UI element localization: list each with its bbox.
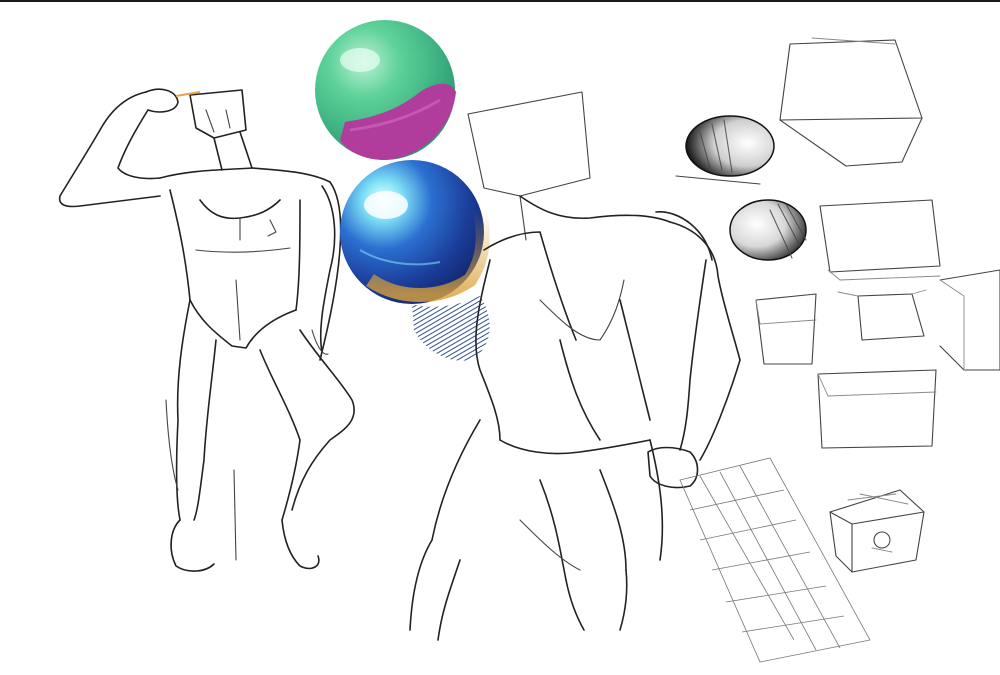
ink-sphere-bottom	[729, 199, 807, 261]
sketch-canvas[interactable]	[0, 0, 1000, 675]
perspective-boxes	[755, 37, 1000, 573]
green-magenta-sphere	[315, 20, 456, 160]
figure-back	[409, 91, 741, 641]
ink-sphere-top	[675, 115, 775, 185]
cast-shadow	[412, 296, 490, 361]
blue-sphere	[340, 160, 490, 304]
figure-flexing	[58, 88, 355, 572]
perspective-grid	[679, 457, 871, 663]
